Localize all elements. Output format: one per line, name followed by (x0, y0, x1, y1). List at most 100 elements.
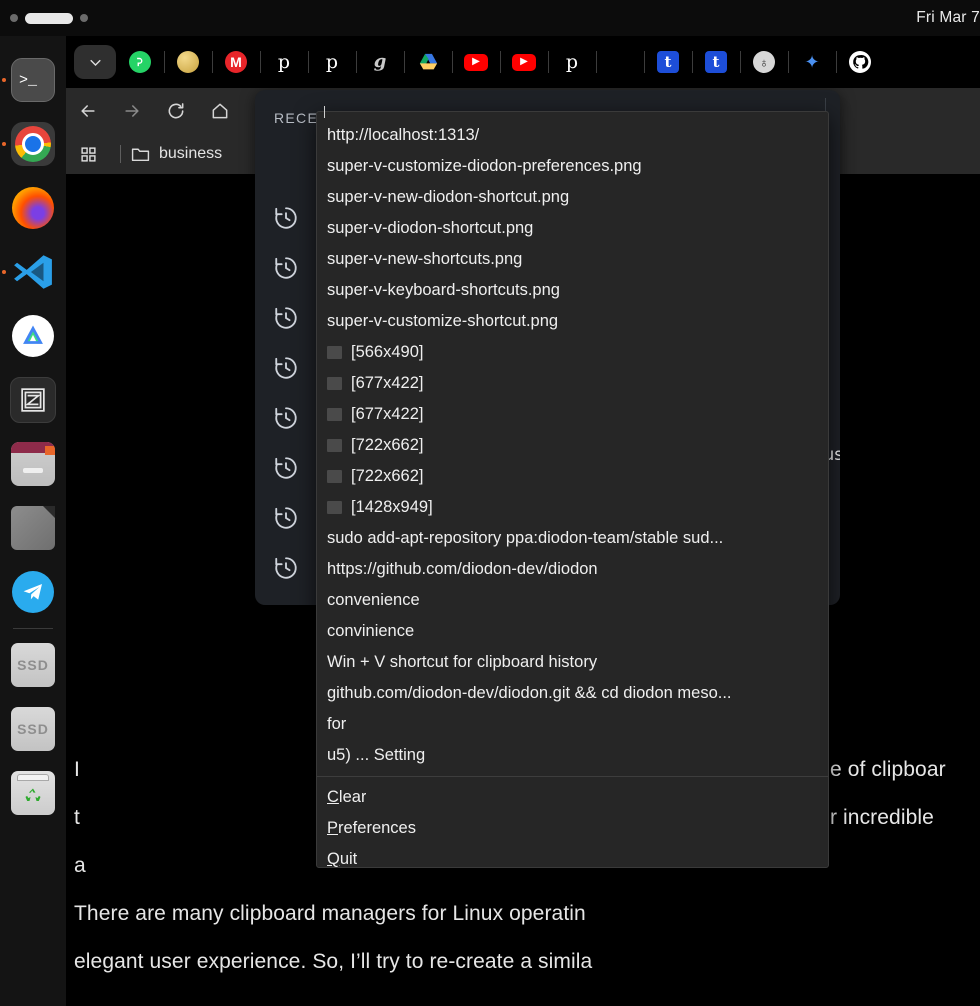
clipboard-item[interactable]: super-v-customize-shortcut.png (317, 306, 828, 337)
clipboard-item[interactable]: http://localhost:1313/ (317, 120, 828, 151)
page-text-line: t (74, 806, 80, 830)
youtube-icon: ▶ (464, 54, 488, 71)
tab-github[interactable] (836, 42, 884, 82)
dock-item-zettlr[interactable] (0, 368, 66, 432)
history-row[interactable] (273, 505, 301, 533)
forward-button[interactable] (110, 88, 154, 134)
reload-button[interactable] (154, 88, 198, 134)
clipboard-item[interactable]: super-v-new-shortcuts.png (317, 244, 828, 275)
tab-coin[interactable] (164, 42, 212, 82)
tab-youtube-1[interactable]: ▶ (452, 42, 500, 82)
apps-grid-button[interactable] (66, 134, 110, 174)
dock-item-terminal[interactable]: >_ (0, 48, 66, 112)
clipboard-item[interactable]: convenience (317, 585, 828, 616)
history-row[interactable] (273, 205, 301, 233)
window-dot-right-icon[interactable] (80, 14, 88, 22)
dock-item-files[interactable] (0, 432, 66, 496)
window-controls[interactable] (0, 13, 88, 24)
tab-pinterest-3[interactable]: p (548, 42, 596, 82)
dock-item-ssd-drive-1[interactable]: SSD (0, 633, 66, 697)
preferences-label: Preferences (327, 819, 416, 838)
reload-icon (166, 101, 186, 121)
clipboard-item[interactable]: u5) ... Setting (317, 740, 828, 771)
workspace-pill-icon[interactable] (25, 13, 73, 24)
history-row[interactable] (273, 355, 301, 383)
clipboard-item-label: Win + V shortcut for clipboard history (327, 653, 597, 672)
dock-item-android-studio[interactable] (0, 304, 66, 368)
clipboard-image-item[interactable]: [677x422] (317, 368, 828, 399)
tab-search-button[interactable] (74, 45, 116, 79)
image-thumbnail-icon (327, 346, 342, 359)
clipboard-image-item[interactable]: [566x490] (317, 337, 828, 368)
tab-youtube-2[interactable]: ▶ (500, 42, 548, 82)
quit-menu-item[interactable]: Quit (317, 844, 828, 875)
grammarly-icon: g (369, 51, 391, 73)
clipboard-item[interactable]: convinience (317, 616, 828, 647)
dock-item-vs-code[interactable] (0, 240, 66, 304)
vscode-icon (11, 250, 55, 294)
history-row[interactable] (273, 255, 301, 283)
dock-item-ssd-drive-2[interactable]: SSD (0, 697, 66, 761)
clipboard-item-label: convinience (327, 622, 414, 641)
tab-gemini[interactable]: ✦ (788, 42, 836, 82)
image-thumbnail-icon (327, 439, 342, 452)
history-row[interactable] (273, 555, 301, 583)
page-text-line: e of clipboar (830, 758, 946, 782)
history-row[interactable] (273, 405, 301, 433)
dock-divider (13, 628, 53, 629)
clipboard-item[interactable]: super-v-diodon-shortcut.png (317, 213, 828, 244)
coin-icon (177, 51, 199, 73)
clipboard-item-label: u5) ... Setting (327, 746, 425, 765)
tumblr-icon: t (657, 51, 679, 73)
clipboard-item-label: [722x662] (351, 436, 423, 455)
window-dot-left-icon[interactable] (10, 14, 18, 22)
dock-item-firefox[interactable] (0, 176, 66, 240)
clear-menu-item[interactable]: Clear (317, 782, 828, 813)
clipboard-item-label: [1428x949] (351, 498, 433, 517)
dock-item-trash[interactable] (0, 761, 66, 825)
tab-gmail[interactable]: M (212, 42, 260, 82)
ssd-drive-icon: SSD (11, 643, 55, 687)
earth-icon: ♁ (753, 51, 775, 73)
clipboard-item-label: super-v-new-diodon-shortcut.png (327, 188, 569, 207)
tab-pinterest-1[interactable]: p (260, 42, 308, 82)
tab-earth-browser[interactable]: ♁ (740, 42, 788, 82)
tab-tumblr-1[interactable]: t (644, 42, 692, 82)
clipboard-item[interactable]: Win + V shortcut for clipboard history (317, 647, 828, 678)
pinterest-icon: p (321, 51, 343, 73)
home-button[interactable] (198, 88, 242, 134)
clipboard-image-item[interactable]: [677x422] (317, 399, 828, 430)
history-clock-icon (273, 455, 299, 481)
preferences-menu-item[interactable]: Preferences (317, 813, 828, 844)
dock-item-telegram[interactable] (0, 560, 66, 624)
clipboard-item[interactable]: github.com/diodon-dev/diodon.git && cd d… (317, 678, 828, 709)
clipboard-item[interactable]: sudo add-apt-repository ppa:diodon-team/… (317, 523, 828, 554)
system-clock[interactable]: Fri Mar 7 (916, 9, 980, 27)
clipboard-image-item[interactable]: [722x662] (317, 430, 828, 461)
history-row[interactable] (273, 455, 301, 483)
back-button[interactable] (66, 88, 110, 134)
dock-item-google-chrome[interactable] (0, 112, 66, 176)
tab-google-drive[interactable] (404, 42, 452, 82)
microsoft-icon (610, 52, 630, 72)
clipboard-image-item[interactable]: [722x662] (317, 461, 828, 492)
clipboard-item-label: github.com/diodon-dev/diodon.git && cd d… (327, 684, 732, 703)
clipboard-item[interactable]: super-v-keyboard-shortcuts.png (317, 275, 828, 306)
tumblr-icon: t (705, 51, 727, 73)
clipboard-item[interactable]: https://github.com/diodon-dev/diodon (317, 554, 828, 585)
tab-microsoft[interactable] (596, 42, 644, 82)
clipboard-item[interactable]: super-v-customize-diodon-preferences.png (317, 151, 828, 182)
page-text-line: There are many clipboard managers for Li… (74, 902, 586, 926)
back-arrow-icon (78, 101, 98, 121)
tab-grammarly[interactable]: g (356, 42, 404, 82)
history-row[interactable] (273, 305, 301, 333)
tab-pinterest-2[interactable]: p (308, 42, 356, 82)
clipboard-image-item[interactable]: [1428x949] (317, 492, 828, 523)
tab-tumblr-2[interactable]: t (692, 42, 740, 82)
clipboard-item-label: super-v-keyboard-shortcuts.png (327, 281, 560, 300)
tab-whatsapp[interactable] (116, 42, 164, 82)
clipboard-item[interactable]: for (317, 709, 828, 740)
dock-item-document[interactable] (0, 496, 66, 560)
clipboard-item[interactable]: super-v-new-diodon-shortcut.png (317, 182, 828, 213)
bookmark-business-folder[interactable]: business (131, 145, 222, 163)
